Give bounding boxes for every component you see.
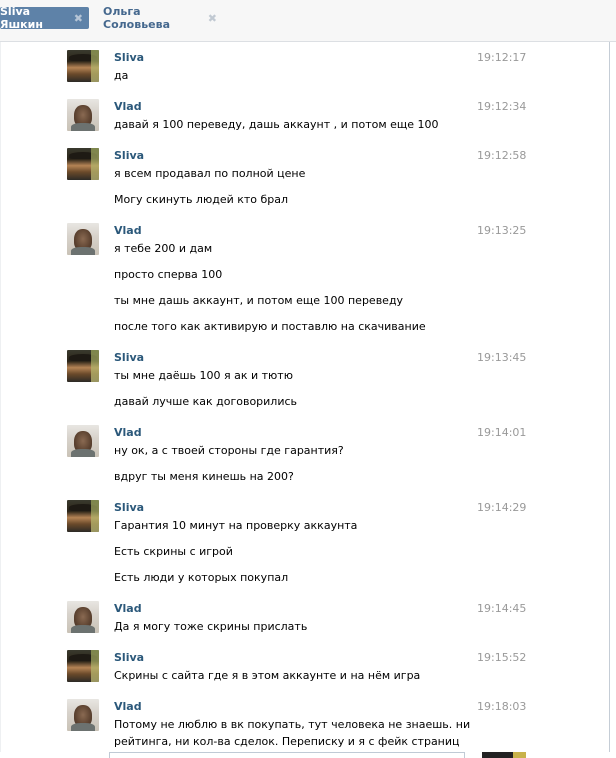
message-author[interactable]: Sliva	[114, 149, 144, 162]
message-time: 19:12:34	[477, 100, 527, 113]
message-text: ты мне дашь аккаунт, и потом еще 100 пер…	[114, 294, 404, 307]
close-icon[interactable]: ✖	[74, 12, 83, 25]
message-time: 19:12:17	[477, 51, 527, 64]
message-text: после того как активирую и поставлю на с…	[114, 320, 426, 333]
message: Vlad 19:18:03 Потому не люблю в вк покупат…	[1, 699, 607, 758]
message-time: 19:14:29	[477, 501, 527, 514]
message-text: вдруг ты меня кинешь на 200?	[114, 470, 294, 483]
message-time: 19:18:03	[477, 700, 527, 713]
avatar[interactable]	[67, 699, 99, 731]
message: Vlad 19:14:01 ну ок, а с твоей стороны где…	[1, 425, 607, 496]
message-text: Да я могу тоже скрины прислать	[114, 620, 308, 633]
message-text: Есть скрины с игрой	[114, 545, 233, 558]
tab-bar: Sliva Яшкин ✖ Ольга Соловьева ✖	[0, 0, 616, 42]
message-author[interactable]: Sliva	[114, 351, 144, 364]
message-text: Потому не люблю в вк покупать, тут челов…	[114, 718, 471, 731]
message-text: Есть люди у которых покупал	[114, 571, 289, 584]
message-text: давай лучше как договорились	[114, 395, 298, 408]
message: Sliva 19:12:58 я всем продавал по полной ц…	[1, 148, 607, 219]
tab-label: Sliva Яшкин	[0, 5, 43, 31]
avatar[interactable]	[67, 99, 99, 131]
message-time: 19:12:58	[477, 149, 527, 162]
message-text: просто сперва 100	[114, 268, 223, 281]
message-author[interactable]: Vlad	[114, 700, 142, 713]
message: Vlad 19:14:45 Да я могу тоже скрины присла…	[1, 601, 607, 646]
avatar[interactable]	[67, 223, 99, 255]
message-author[interactable]: Sliva	[114, 651, 144, 664]
message-text: ты мне даёшь 100 я ак и тютю	[114, 369, 293, 382]
avatar[interactable]	[67, 650, 99, 682]
message-time: 19:14:01	[477, 426, 527, 439]
message-text: Могу скинуть людей кто брал	[114, 193, 289, 206]
avatar[interactable]	[67, 50, 99, 82]
message-author[interactable]: Sliva	[114, 51, 144, 64]
avatar[interactable]	[67, 425, 99, 457]
message: Vlad 19:12:34 давай я 100 переведу, дашь а…	[1, 99, 607, 144]
message-author[interactable]: Vlad	[114, 602, 142, 615]
attachment-icon[interactable]	[482, 752, 526, 758]
tab-olga[interactable]: Ольга Соловьева ✖	[97, 5, 223, 31]
tab-sliva[interactable]: Sliva Яшкин ✖	[0, 5, 89, 31]
message-time: 19:13:45	[477, 351, 527, 364]
avatar[interactable]	[67, 148, 99, 180]
message-time: 19:13:25	[477, 224, 527, 237]
message-text: я тебе 200 и дам	[114, 242, 213, 255]
message: Sliva 19:13:45 ты мне даёшь 100 я ак и тют…	[1, 350, 607, 421]
message-text: я всем продавал по полной цене	[114, 167, 306, 180]
message-time: 19:15:52	[477, 651, 527, 664]
message-input[interactable]	[109, 752, 465, 758]
message-text: давай я 100 переведу, дашь аккаунт , и п…	[114, 118, 439, 131]
message: Sliva 19:14:29 Гарантия 10 минут на провер…	[1, 500, 607, 597]
message: Vlad 19:13:25 я тебе 200 и дам просто сперв…	[1, 223, 607, 346]
message: Sliva 19:15:52 Скрины с сайта где я в этом…	[1, 650, 607, 695]
message-text: да	[114, 69, 129, 82]
message-text: рейтинга, ни кол-ва сделок. Переписку и …	[114, 735, 460, 748]
message-author[interactable]: Vlad	[114, 224, 142, 237]
message-author[interactable]: Sliva	[114, 501, 144, 514]
avatar[interactable]	[67, 601, 99, 633]
message-history: Sliva 19:12:17 да Vlad 19:12:34 давай я 100 п…	[0, 42, 610, 758]
tab-label: Ольга Соловьева	[103, 5, 171, 31]
message-time: 19:14:45	[477, 602, 527, 615]
message-text: Гарантия 10 минут на проверку аккаунта	[114, 519, 358, 532]
message-text: Скрины с сайта где я в этом аккаунте и н…	[114, 669, 421, 682]
message-author[interactable]: Vlad	[114, 100, 142, 113]
avatar[interactable]	[67, 350, 99, 382]
message: Sliva 19:12:17 да	[1, 50, 607, 95]
message-text: ну ок, а с твоей стороны где гарантия?	[114, 444, 344, 457]
close-icon[interactable]: ✖	[208, 12, 217, 25]
message-author[interactable]: Vlad	[114, 426, 142, 439]
avatar[interactable]	[67, 500, 99, 532]
